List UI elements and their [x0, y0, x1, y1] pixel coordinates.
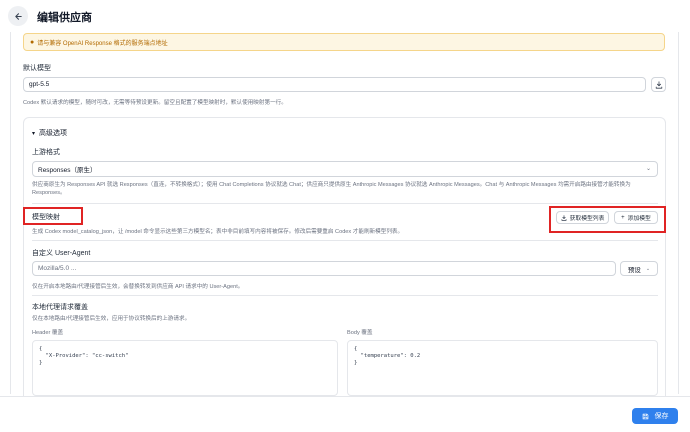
- default-model-value: gpt-5.5: [29, 81, 50, 88]
- divider: [32, 203, 658, 204]
- user-agent-preset-select[interactable]: 预设 ⌄: [620, 261, 658, 276]
- content-border-left: [10, 32, 11, 394]
- save-icon: [642, 413, 648, 419]
- model-mapping-label: 模型映射: [32, 214, 60, 221]
- warning-icon: ●: [30, 38, 35, 46]
- add-model-button[interactable]: + 添加模型: [614, 211, 658, 224]
- default-model-hint: Codex 默认请求的模型，随时可改，无需等待预设更新。留空且配置了模型映射时，…: [23, 100, 287, 106]
- upstream-format-label: 上游格式: [32, 149, 60, 156]
- content-border-right: [678, 32, 679, 394]
- plus-icon: +: [621, 214, 625, 221]
- proxy-override-label: 本地代理请求覆盖: [32, 304, 88, 311]
- divider: [32, 295, 658, 296]
- default-model-label: 默认模型: [23, 65, 51, 72]
- back-button[interactable]: [8, 6, 28, 26]
- header: 编辑供应商: [0, 0, 690, 32]
- upstream-format-select[interactable]: Responses（原生） ⌄: [32, 161, 658, 177]
- arrow-left-icon: [14, 12, 22, 20]
- page: 编辑供应商 ● 请与兼容 OpenAI Response 格式的服务端点地址 默…: [0, 0, 690, 432]
- divider: [32, 240, 658, 241]
- chevron-down-icon: ⌄: [645, 166, 651, 172]
- fetch-model-list-button[interactable]: 获取模型列表: [556, 211, 609, 224]
- header-override-label: Header 覆盖: [32, 330, 64, 336]
- body-override-label: Body 覆盖: [347, 330, 373, 336]
- download-model-button[interactable]: [651, 77, 666, 92]
- footer: [0, 396, 690, 432]
- endpoint-notice: ● 请与兼容 OpenAI Response 格式的服务端点地址: [23, 33, 665, 51]
- endpoint-notice-text: 请与兼容 OpenAI Response 格式的服务端点地址: [37, 40, 168, 47]
- save-button[interactable]: 保存: [632, 408, 678, 424]
- save-label: 保存: [654, 413, 669, 420]
- user-agent-input[interactable]: Mozilla/5.0 ...: [32, 261, 616, 276]
- body-override-editor[interactable]: { "temperature": 0.2 }: [347, 340, 658, 396]
- chevron-down-icon: ⌄: [645, 265, 651, 272]
- user-agent-preset-label: 预设: [627, 266, 641, 274]
- upstream-format-hint: 供应商原生为 Responses API 就选 Responses（直连，不转换…: [32, 182, 631, 196]
- upstream-format-value: Responses（原生）: [38, 167, 97, 174]
- chevron-down-icon: ▾: [32, 130, 36, 137]
- fetch-model-list-label: 获取模型列表: [569, 216, 605, 222]
- advanced-options-toggle[interactable]: ▾ 高级选项: [32, 128, 67, 138]
- page-title: 编辑供应商: [37, 12, 92, 24]
- user-agent-hint: 仅在开启本地路由/代理接管后生效，会替换转发到供应商 API 请求中的 User…: [32, 284, 244, 290]
- header-override-editor[interactable]: { "X-Provider": "cc-switch" }: [32, 340, 338, 396]
- model-mapping-hint: 生成 Codex model_catalog_json，让 /model 命令显…: [32, 229, 404, 235]
- default-model-input[interactable]: gpt-5.5: [23, 77, 646, 92]
- advanced-options-title: 高级选项: [39, 130, 68, 137]
- add-model-label: 添加模型: [627, 216, 651, 222]
- download-icon: [561, 214, 567, 221]
- user-agent-placeholder: Mozilla/5.0 ...: [38, 265, 77, 272]
- download-icon: [655, 80, 662, 89]
- user-agent-label: 自定义 User-Agent: [32, 250, 91, 257]
- proxy-override-hint: 仅在本地路由/代理接管后生效，应用于协议转换后的上游请求。: [32, 316, 191, 322]
